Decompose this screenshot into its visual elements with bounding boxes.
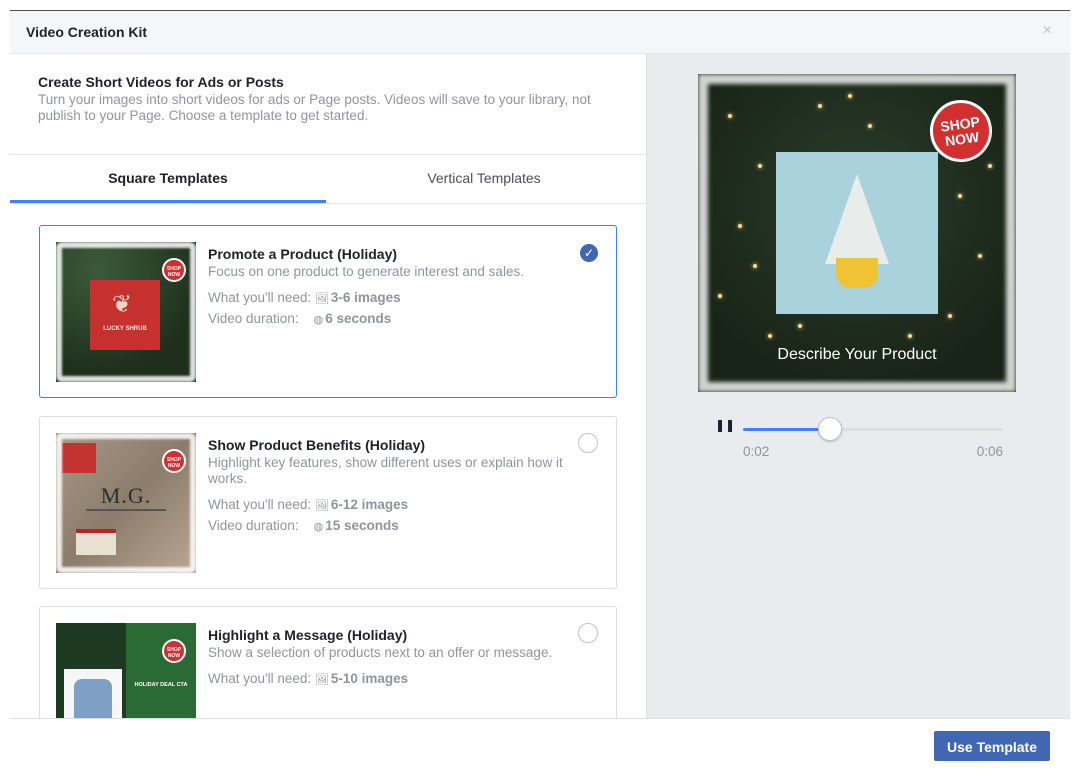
close-icon[interactable]: × — [1043, 22, 1052, 40]
requirements-label: What you'll need: — [208, 290, 312, 305]
duration-row: Video duration: ◍ 6 seconds — [208, 309, 588, 330]
current-time: 0:02 — [743, 444, 770, 459]
template-tabs: Square Templates Vertical Templates — [10, 154, 646, 204]
template-description: Show a selection of products next to an … — [208, 645, 553, 660]
video-player-controls: ❚❚ 0:02 0:06 — [711, 414, 1011, 459]
snow-frame — [698, 74, 1016, 392]
template-thumbnail: ❦ LUCKY SHRUB SHOP NOW — [56, 242, 196, 382]
image-icon: 🖼 — [314, 500, 329, 512]
clock-icon: ◍ — [313, 521, 324, 533]
product-photo — [64, 669, 122, 718]
preview-panel: SHOP NOW Describe Your Product ❚❚ 0:02 0… — [646, 54, 1070, 718]
intro: Create Short Videos for Ads or Posts Tur… — [38, 74, 628, 124]
product-square: ❦ LUCKY SHRUB — [90, 280, 160, 350]
template-radio[interactable] — [578, 623, 598, 643]
template-name: Show Product Benefits (Holiday) — [208, 437, 426, 453]
duration-value: 6 seconds — [325, 311, 392, 326]
intro-description: Turn your images into short videos for a… — [38, 92, 591, 123]
template-panel: Create Short Videos for Ads or Posts Tur… — [10, 54, 646, 718]
video-preview: SHOP NOW Describe Your Product — [698, 74, 1016, 392]
image-icon: 🖼 — [314, 293, 329, 305]
template-card-product-benefits[interactable]: M.G. SHOP NOW Show Product Benefits (Hol… — [39, 416, 617, 589]
shop-now-badge: SHOP NOW — [162, 449, 186, 473]
dialog-header: Video Creation Kit × — [10, 11, 1070, 54]
image-icon: 🖼 — [314, 674, 329, 686]
shop-now-badge: SHOP NOW — [162, 639, 186, 663]
requirements-row: What you'll need: 🖼 6-12 images — [208, 495, 588, 516]
dialog-footer: Use Template — [10, 718, 1070, 772]
duration-label: Video duration: — [208, 311, 299, 326]
thumbnail-logo-text: HOLIDAY DEAL CTA — [134, 682, 188, 688]
template-info: Highlight a Message (Holiday) Show a sel… — [208, 627, 588, 690]
template-info: Show Product Benefits (Holiday) Highligh… — [208, 437, 588, 537]
requirements-label: What you'll need: — [208, 671, 312, 686]
template-card-highlight-message[interactable]: HOLIDAY DEAL CTA SHOP NOW Highlight a Me… — [39, 606, 617, 718]
green-panel — [126, 623, 196, 718]
template-description: Focus on one product to generate interes… — [208, 264, 524, 279]
tab-square-templates[interactable]: Square Templates — [10, 155, 326, 203]
tab-vertical-templates[interactable]: Vertical Templates — [326, 155, 642, 203]
jacket-shape — [74, 679, 112, 718]
pause-icon[interactable]: ❚❚ — [715, 418, 735, 432]
template-name: Promote a Product (Holiday) — [208, 246, 398, 262]
checkmark-icon[interactable]: ✓ — [580, 244, 598, 262]
use-template-button[interactable]: Use Template — [934, 731, 1050, 761]
progress-track[interactable] — [743, 417, 1003, 441]
shop-now-badge: SHOP NOW — [162, 258, 186, 282]
intro-heading: Create Short Videos for Ads or Posts — [38, 74, 284, 90]
duration-label: Video duration: — [208, 518, 299, 533]
requirements-value: 6-12 images — [330, 497, 409, 512]
template-name: Highlight a Message (Holiday) — [208, 627, 408, 643]
thumbnail-logo-text: LUCKY SHRUB — [103, 326, 147, 332]
requirements-value: 3-6 images — [330, 290, 401, 305]
requirements-label: What you'll need: — [208, 497, 312, 512]
template-card-promote-product[interactable]: ❦ LUCKY SHRUB SHOP NOW Promote a Product… — [39, 225, 617, 398]
progress-fill — [743, 428, 830, 431]
requirements-row: What you'll need: 🖼 5-10 images — [208, 669, 588, 690]
requirements-value: 5-10 images — [330, 671, 409, 686]
template-description: Highlight key features, show different u… — [208, 455, 563, 486]
template-info: Promote a Product (Holiday) Focus on one… — [208, 246, 588, 330]
template-radio[interactable] — [578, 433, 598, 453]
requirements-row: What you'll need: 🖼 3-6 images — [208, 288, 588, 309]
clock-icon: ◍ — [313, 314, 324, 326]
template-thumbnail: M.G. SHOP NOW — [56, 433, 196, 573]
template-thumbnail: HOLIDAY DEAL CTA SHOP NOW — [56, 623, 196, 718]
scrubber-handle[interactable] — [817, 417, 842, 441]
duration-row: Video duration: ◍ 15 seconds — [208, 516, 588, 537]
duration-value: 15 seconds — [325, 518, 399, 533]
dialog-title: Video Creation Kit — [26, 24, 148, 40]
total-duration: 0:06 — [976, 444, 1003, 459]
plant-icon: ❦ — [112, 291, 133, 318]
